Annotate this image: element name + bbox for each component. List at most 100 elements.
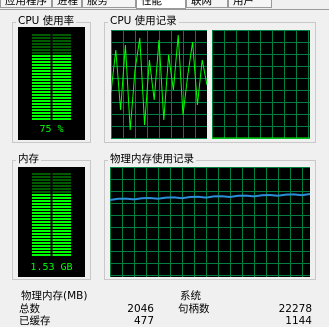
memory-history-label: 物理内存使用记录 — [108, 153, 196, 165]
cpu-history-label: CPU 使用记录 — [108, 15, 179, 27]
gauge-segment — [32, 49, 51, 51]
sys-handles-value: 22278 — [278, 303, 312, 315]
gauge-segment — [32, 242, 51, 244]
gauge-segment — [32, 236, 51, 238]
gauge-segment — [32, 203, 51, 205]
system-label: 系统 — [180, 290, 201, 302]
tab-performance[interactable]: 性能 — [136, 0, 186, 9]
gauge-segment — [32, 40, 51, 42]
gauge-segment — [52, 82, 71, 84]
gauge-segment — [32, 61, 51, 63]
gauge-segment — [52, 91, 71, 93]
gauge-segment — [52, 76, 71, 78]
gauge-segment — [52, 85, 71, 87]
gauge-segment — [52, 203, 71, 205]
gauge-segment — [52, 97, 71, 99]
gauge-segment — [32, 209, 51, 211]
memory-value: 1.53 GB — [30, 262, 73, 273]
gauge-segment — [32, 239, 51, 241]
gauge-segment — [52, 182, 71, 184]
gauge-segment — [32, 200, 51, 202]
gauge-segment — [52, 251, 71, 253]
gauge-segment — [32, 185, 51, 187]
phys-cached-value: 477 — [133, 315, 154, 327]
gauge-segment — [32, 230, 51, 232]
gauge-segment — [52, 245, 71, 247]
gauge-segment — [52, 73, 71, 75]
gauge-segment — [52, 209, 71, 211]
memory-gauge: 1.53 GB — [18, 167, 85, 277]
phys-total-value: 2046 — [127, 303, 154, 315]
cpu-history-graph-core1 — [111, 30, 207, 139]
gauge-segment — [52, 200, 71, 202]
gauge-segment — [52, 118, 71, 120]
gauge-segment — [32, 254, 51, 256]
memory-history-chart — [110, 167, 310, 277]
cpu-history-graph-core2 — [212, 30, 310, 139]
gauge-segment — [32, 37, 51, 39]
gauge-segment — [52, 191, 71, 193]
gauge-segment — [52, 179, 71, 181]
gauge-segment — [32, 221, 51, 223]
gauge-segment — [32, 179, 51, 181]
gauge-segment — [52, 233, 71, 235]
gauge-segment — [52, 49, 71, 51]
gauge-segment — [32, 85, 51, 87]
sys-handles-label: 句柄数 — [178, 303, 210, 315]
gauge-segment — [32, 176, 51, 178]
gauge-segment — [52, 230, 71, 232]
gauge-segment — [32, 103, 51, 105]
gauge-segment — [32, 79, 51, 81]
gauge-segment — [52, 58, 71, 60]
gauge-segment — [32, 248, 51, 250]
gauge-segment — [52, 248, 71, 250]
cpu-usage-label: CPU 使用率 — [16, 15, 77, 27]
gauge-segment — [52, 224, 71, 226]
cpu-usage-gauge: 75 % — [18, 27, 85, 140]
gauge-segment — [32, 188, 51, 190]
sys-row2-value: 1144 — [285, 315, 312, 327]
gauge-segment — [32, 233, 51, 235]
gauge-segment — [52, 197, 71, 199]
gauge-segment — [32, 82, 51, 84]
memory-label: 内存 — [16, 153, 41, 165]
gauge-segment — [52, 112, 71, 114]
cpu-history-chart-1 — [111, 30, 207, 139]
gauge-segment — [52, 67, 71, 69]
tab-applications[interactable]: 应用程序 — [0, 0, 52, 8]
gauge-segment — [32, 58, 51, 60]
tab-users[interactable]: 用户 — [228, 0, 272, 8]
phys-total-label: 总数 — [19, 303, 40, 315]
tab-services[interactable]: 服务 — [82, 0, 136, 8]
memory-gauge-bars — [32, 173, 71, 256]
memory-history-graph — [110, 167, 310, 277]
gauge-segment — [32, 197, 51, 199]
gauge-segment — [32, 109, 51, 111]
gauge-segment — [32, 73, 51, 75]
gauge-segment — [32, 218, 51, 220]
gauge-segment — [32, 100, 51, 102]
gauge-segment — [32, 206, 51, 208]
gauge-segment — [52, 40, 71, 42]
gauge-segment — [52, 188, 71, 190]
gauge-segment — [52, 218, 71, 220]
gauge-segment — [52, 61, 71, 63]
cpu-history-chart-2 — [212, 30, 310, 139]
gauge-segment — [32, 182, 51, 184]
gauge-segment — [32, 118, 51, 120]
gauge-segment — [52, 52, 71, 54]
gauge-segment — [32, 215, 51, 217]
gauge-segment — [32, 64, 51, 66]
gauge-segment — [52, 94, 71, 96]
tab-processes[interactable]: 进程 — [52, 0, 82, 8]
tab-strip: 应用程序 进程 服务 性能 联网 用户 — [0, 0, 329, 10]
gauge-segment — [32, 88, 51, 90]
gauge-segment — [32, 67, 51, 69]
gauge-segment — [32, 46, 51, 48]
tab-networking[interactable]: 联网 — [186, 0, 228, 8]
gauge-segment — [52, 215, 71, 217]
cpu-usage-value: 75 % — [39, 124, 64, 135]
gauge-segment — [32, 76, 51, 78]
gauge-segment — [52, 254, 71, 256]
gauge-segment — [52, 206, 71, 208]
